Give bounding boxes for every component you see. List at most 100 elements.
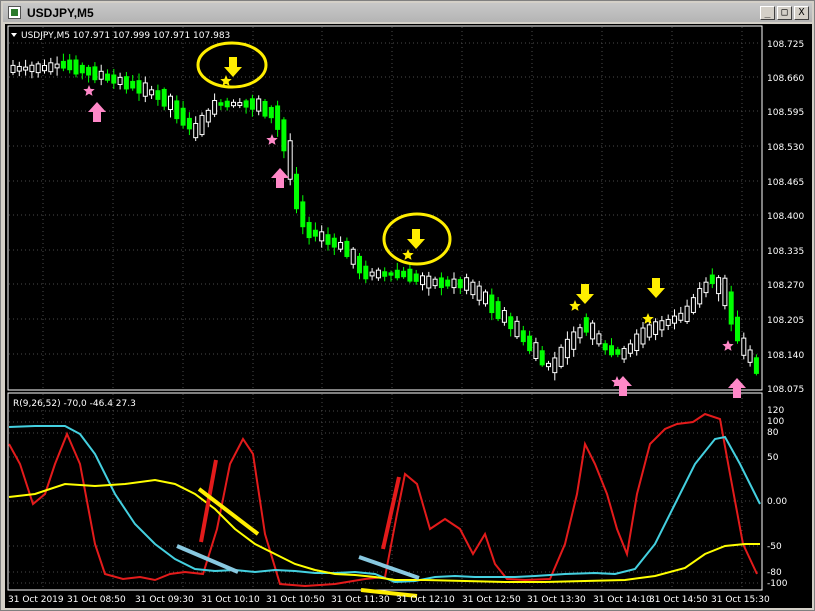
- chart-area[interactable]: USDJPY,M5 107.971 107.999 107.971 107.98…: [5, 24, 812, 608]
- level-label: 50: [767, 453, 779, 463]
- indicator-axis: 120 100 80 50 0.00 -50 -80 -100: [767, 406, 788, 589]
- candle-body: [312, 229, 318, 237]
- candle-body: [161, 88, 167, 107]
- time-label: 31 Oct 14:50: [649, 595, 708, 605]
- pink-up-arrow-icon: [271, 168, 289, 188]
- candle-body: [287, 140, 293, 180]
- candle-body: [331, 237, 337, 248]
- title-bar[interactable]: USDJPY,M5 _ □ X: [3, 3, 812, 22]
- candle-body: [508, 316, 514, 330]
- candle-body: [709, 274, 715, 285]
- candle-body: [476, 285, 482, 301]
- candle-body: [420, 275, 425, 286]
- level-label: -50: [767, 542, 782, 552]
- candle-body: [23, 66, 29, 71]
- candle-body: [338, 241, 344, 250]
- candles: [10, 53, 759, 381]
- candle-body: [640, 327, 646, 345]
- candle-body: [98, 70, 104, 80]
- price-label: 108.205: [767, 316, 804, 326]
- candle-body: [306, 222, 312, 239]
- candle-body: [382, 271, 388, 277]
- candle-body: [363, 265, 369, 280]
- level-label: 80: [767, 428, 779, 438]
- cyan-signal-line: [8, 425, 761, 584]
- close-button[interactable]: X: [794, 6, 809, 20]
- star-icon: [642, 313, 654, 324]
- candle-body: [48, 62, 54, 73]
- time-label: 31 Oct 15:30: [711, 595, 770, 605]
- candle-body: [520, 330, 526, 343]
- candle-body: [249, 98, 255, 110]
- candle-body: [281, 119, 287, 152]
- candle-body: [136, 80, 142, 94]
- star-icon: [266, 134, 278, 145]
- candle-body: [546, 362, 551, 368]
- price-label: 108.530: [767, 143, 804, 153]
- time-label: 31 Oct 13:30: [527, 595, 586, 605]
- candle-body: [432, 278, 438, 287]
- price-label: 108.595: [767, 108, 804, 118]
- candle-body: [678, 312, 684, 321]
- candle-body: [747, 349, 753, 363]
- yellow-down-arrow-icon: [576, 284, 594, 304]
- time-label: 31 Oct 11:30: [331, 595, 390, 605]
- price-label: 108.140: [767, 351, 804, 361]
- candle-body: [86, 66, 92, 76]
- level-label: -100: [767, 579, 788, 589]
- chart-canvas[interactable]: USDJPY,M5 107.971 107.999 107.971 107.98…: [5, 24, 812, 608]
- candle-body: [180, 107, 186, 126]
- candle-body: [357, 255, 362, 274]
- candle-body: [539, 350, 545, 366]
- price-label: 108.335: [767, 247, 804, 257]
- pink-up-arrow-icon: [728, 378, 746, 398]
- candle-body: [300, 201, 306, 228]
- dropdown-triangle-icon[interactable]: [11, 33, 17, 37]
- candle-body: [205, 109, 211, 123]
- candle-body: [16, 65, 22, 72]
- candle-body: [73, 59, 79, 75]
- candle-body: [464, 277, 470, 291]
- time-label: 31 Oct 12:50: [462, 595, 521, 605]
- star-icon: [402, 249, 414, 260]
- yellow-down-arrow-icon: [224, 57, 242, 77]
- candle-body: [388, 272, 394, 276]
- candle-body: [218, 102, 224, 106]
- candle-body: [174, 100, 180, 120]
- candle-body: [514, 320, 520, 338]
- candle-body: [445, 279, 451, 287]
- candle-body: [111, 74, 117, 84]
- chart-window: USDJPY,M5 _ □ X USDJPY,M5 107.971 107.99…: [0, 0, 815, 611]
- candle-body: [413, 273, 419, 282]
- candle-body: [527, 335, 533, 352]
- minimize-button[interactable]: _: [760, 6, 775, 20]
- candle-body: [590, 322, 596, 340]
- maximize-button[interactable]: □: [777, 6, 792, 20]
- candle-body: [237, 102, 243, 106]
- candle-body: [10, 64, 16, 73]
- candle-body: [653, 321, 659, 335]
- level-label: 0.00: [767, 497, 787, 507]
- candle-body: [256, 98, 262, 112]
- candle-body: [130, 80, 136, 89]
- candle-body: [268, 107, 274, 119]
- candle-body: [79, 64, 85, 74]
- time-axis: 31 Oct 2019 31 Oct 08:50 31 Oct 09:30 31…: [8, 595, 770, 605]
- candle-body: [615, 349, 621, 355]
- candle-body: [199, 114, 205, 136]
- annotation-blue-line: [176, 544, 239, 574]
- candle-body: [243, 100, 249, 108]
- candle-body: [621, 348, 627, 360]
- candle-body: [401, 270, 407, 278]
- main-chart-info: USDJPY,M5 107.971 107.999 107.971 107.98…: [21, 31, 230, 41]
- candle-body: [659, 320, 665, 331]
- level-label: -80: [767, 568, 782, 578]
- time-label: 31 Oct 14:10: [593, 595, 652, 605]
- candle-body: [583, 317, 589, 333]
- candle-body: [394, 269, 400, 279]
- candle-body: [634, 333, 640, 352]
- candle-body: [571, 331, 577, 350]
- candle-body: [155, 90, 161, 100]
- candle-body: [193, 122, 199, 139]
- candle-body: [470, 281, 476, 296]
